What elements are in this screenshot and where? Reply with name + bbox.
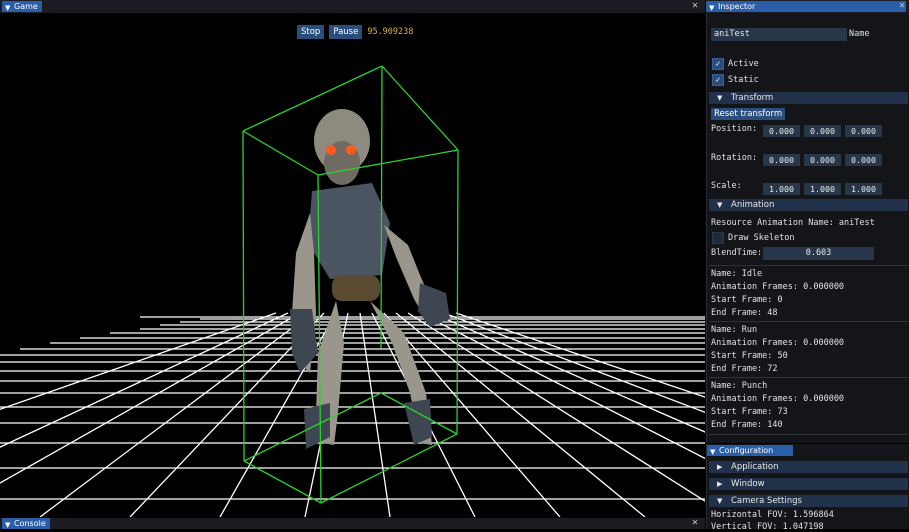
menu-triangle-icon[interactable]: ▼ — [5, 520, 10, 531]
position-z-field[interactable]: 0.000 — [845, 125, 882, 137]
menu-triangle-icon[interactable]: ▼ — [710, 447, 715, 458]
inspector-panel: aniTest Name ✓ Active ✓ Static ▼ Transfo… — [706, 13, 909, 443]
animation-start-frame: Start Frame: 0 — [711, 295, 783, 305]
active-label: Active — [728, 59, 759, 69]
bbox-edge — [242, 130, 319, 176]
transform-header[interactable]: ▼ Transform — [709, 92, 908, 104]
active-checkbox[interactable]: ✓ — [712, 58, 724, 70]
animation-header-label: Animation — [731, 200, 775, 210]
animation-start-frame: Start Frame: 73 — [711, 407, 788, 417]
window-header[interactable]: ▶ Window — [709, 478, 908, 490]
vertical-fov: Vertical FOV: 1.047198 — [711, 522, 824, 532]
position-y-field[interactable]: 0.000 — [804, 125, 841, 137]
divider — [709, 377, 908, 378]
scale-z-field[interactable]: 1.000 — [845, 183, 882, 195]
position-x-field[interactable]: 0.000 — [763, 125, 800, 137]
inspector-titlebar: ▼ Inspector ✕ — [706, 0, 909, 14]
right-eye-glow — [346, 145, 356, 155]
static-checkbox[interactable]: ✓ — [712, 74, 724, 86]
draw-skeleton-label: Draw Skeleton — [728, 233, 795, 243]
tab-configuration[interactable]: ▼ Configuration — [707, 445, 793, 456]
scale-y-field[interactable]: 1.000 — [804, 183, 841, 195]
tab-game-label: Game — [14, 2, 38, 11]
rotation-label: Rotation: — [711, 153, 758, 163]
transform-header-label: Transform — [731, 93, 774, 103]
animation-end-frame: End Frame: 72 — [711, 364, 778, 374]
divider — [709, 434, 908, 435]
animation-name: Name: Run — [711, 325, 758, 335]
close-icon[interactable]: ✕ — [692, 517, 698, 529]
close-icon[interactable]: ✕ — [692, 0, 698, 12]
bbox-edge — [243, 460, 322, 504]
grid-line — [0, 312, 277, 410]
reset-transform-button[interactable]: Reset transform — [711, 108, 786, 120]
game-timer: 95.909238 — [367, 27, 414, 37]
bbox-edge — [380, 65, 383, 349]
expand-arrow-icon: ▼ — [717, 201, 723, 209]
tab-console-label: Console — [14, 519, 46, 528]
left-eye-glow — [326, 145, 336, 155]
scale-label: Scale: — [711, 181, 742, 191]
static-label: Static — [728, 75, 759, 85]
torso-armor — [308, 183, 390, 279]
animation-name: Name: Punch — [711, 381, 768, 391]
animation-frames: Animation Frames: 0.000000 — [711, 282, 845, 292]
rotation-y-field[interactable]: 0.000 — [804, 154, 841, 166]
resource-animation-name: Resource Animation Name: aniTest — [711, 218, 875, 228]
tab-inspector-label: Inspector — [718, 2, 756, 11]
bbox-edge — [456, 149, 459, 435]
scale-x-field[interactable]: 1.000 — [763, 183, 800, 195]
camera-settings-header[interactable]: ▼ Camera Settings — [709, 495, 908, 507]
right-gauntlet — [418, 283, 450, 327]
window-header-label: Window — [731, 479, 765, 489]
collapsed-arrow-icon: ▶ — [717, 480, 723, 488]
name-input[interactable]: aniTest — [711, 28, 847, 41]
expand-arrow-icon: ▼ — [717, 497, 723, 505]
animation-frames: Animation Frames: 0.000000 — [711, 338, 845, 348]
check-icon: ✓ — [715, 75, 721, 84]
bbox-edge — [243, 392, 382, 462]
rotation-z-field[interactable]: 0.000 — [845, 154, 882, 166]
game-controls: Stop Pause 95.909238 — [297, 25, 413, 39]
stop-button[interactable]: Stop — [297, 25, 325, 39]
animation-end-frame: End Frame: 140 — [711, 420, 783, 430]
animation-end-frame: End Frame: 48 — [711, 308, 778, 318]
tab-game[interactable]: ▼ Game — [2, 1, 42, 12]
bbox-edge — [242, 130, 245, 462]
close-icon[interactable]: ✕ — [899, 0, 905, 12]
animation-header[interactable]: ▼ Animation — [709, 199, 908, 211]
animation-frames: Animation Frames: 0.000000 — [711, 394, 845, 404]
pause-button[interactable]: Pause — [329, 25, 363, 39]
name-label: Name — [849, 29, 870, 39]
application-header[interactable]: ▶ Application — [709, 461, 908, 473]
configuration-panel: ▼ Configuration ▶ Application ▶ Window ▼… — [706, 444, 909, 532]
right-boot — [404, 399, 432, 445]
application-header-label: Application — [731, 462, 779, 472]
expand-arrow-icon: ▼ — [717, 94, 723, 102]
divider — [709, 321, 908, 322]
bbox-edge — [381, 65, 459, 151]
draw-skeleton-checkbox[interactable] — [712, 232, 724, 244]
console-titlebar: ▼ Console ✕ — [0, 517, 705, 529]
collapsed-arrow-icon: ▶ — [717, 463, 723, 471]
tab-configuration-label: Configuration — [719, 446, 774, 455]
tab-inspector[interactable]: ▼ Inspector — [706, 1, 906, 12]
animation-start-frame: Start Frame: 50 — [711, 351, 788, 361]
belt — [332, 275, 380, 301]
camera-settings-header-label: Camera Settings — [731, 496, 802, 506]
game-viewport[interactable]: Stop Pause 95.909238 — [0, 13, 705, 517]
divider — [709, 265, 908, 266]
scene-canvas — [0, 65, 705, 517]
rotation-x-field[interactable]: 0.000 — [763, 154, 800, 166]
game-titlebar: ▼ Game ✕ — [0, 0, 705, 14]
blendtime-label: BlendTime: — [711, 248, 763, 258]
tab-console[interactable]: ▼ Console — [2, 518, 50, 529]
position-label: Position: — [711, 124, 758, 134]
animation-name: Name: Idle — [711, 269, 763, 279]
check-icon: ✓ — [715, 59, 721, 68]
horizontal-fov: Horizontal FOV: 1.596864 — [711, 510, 834, 520]
blendtime-slider[interactable]: 0.603 — [763, 247, 874, 260]
